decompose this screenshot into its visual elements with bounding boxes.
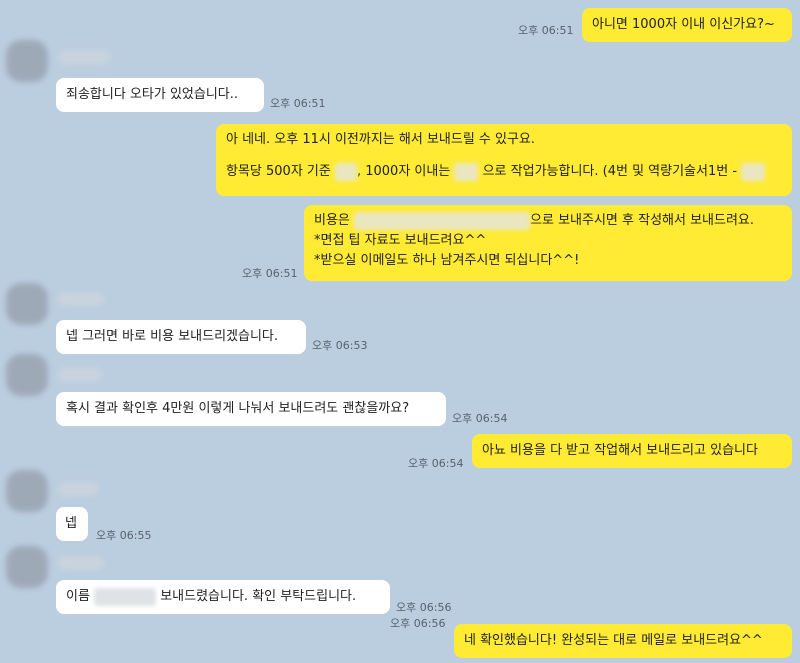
- sent-message-bubble[interactable]: 네 확인했습니다! 완성되는 대로 메일로 보내드려요^^: [454, 624, 792, 658]
- message-text: 이름: [66, 589, 90, 604]
- received-message-bubble[interactable]: 혹시 결과 확인후 4만원 이렇게 나눠서 보내드려도 괜찮을까요?: [56, 392, 446, 426]
- redacted-price: [334, 162, 357, 181]
- sender-avatar[interactable]: [6, 40, 48, 82]
- sender-name: [58, 368, 102, 382]
- sender-name: [58, 556, 104, 570]
- message-text-line: *면접 팁 자료도 보내드려요^^: [314, 233, 487, 248]
- message-text: 넵: [65, 516, 77, 531]
- sender-avatar[interactable]: [6, 470, 48, 512]
- message-time: 오후 06:56: [396, 601, 452, 614]
- message-text: 으로 보내주시면 후 작성해서 보내드려요.: [530, 213, 755, 228]
- sender-avatar[interactable]: [6, 546, 48, 588]
- sender-avatar[interactable]: [6, 354, 48, 396]
- sender-name: [58, 482, 98, 496]
- message-text-line: 아 네네. 오후 11시 이전까지는 해서 보내드릴 수 있구요.: [226, 132, 536, 147]
- message-text: 항목당 500자 기준: [226, 164, 331, 179]
- sender-name: [58, 292, 104, 306]
- sent-message-bubble[interactable]: 아니면 1000자 이내 이신가요?~: [582, 8, 792, 42]
- message-text: 아니면 1000자 이내 이신가요?~: [592, 17, 775, 32]
- message-time: 오후 06:55: [96, 529, 152, 542]
- message-text: 아뇨 비용을 다 받고 작업해서 보내드리고 있습니다: [482, 443, 758, 458]
- redacted-account: [354, 211, 531, 230]
- message-text: 넵 그러면 바로 비용 보내드리겠습니다.: [66, 329, 279, 344]
- sent-message-bubble[interactable]: 비용은 으로 보내주시면 후 작성해서 보내드려요. *면접 팁 자료도 보내드…: [304, 205, 792, 281]
- message-text: 혹시 결과 확인후 4만원 이렇게 나눠서 보내드려도 괜찮을까요?: [66, 401, 410, 416]
- received-message-bubble[interactable]: 넵: [56, 507, 88, 541]
- message-text: 보내드렸습니다. 확인 부탁드립니다.: [160, 589, 357, 604]
- received-message-bubble[interactable]: 넵 그러면 바로 비용 보내드리겠습니다.: [56, 320, 306, 354]
- message-time: 오후 06:51: [518, 24, 574, 37]
- redacted-price: [454, 162, 479, 181]
- message-text: , 1000자 이내는: [356, 164, 451, 179]
- redacted-price: [741, 162, 766, 181]
- redacted-name: [94, 587, 157, 606]
- received-message-bubble[interactable]: 이름 보내드렸습니다. 확인 부탁드립니다.: [56, 580, 390, 614]
- received-message-bubble[interactable]: 죄송합니다 오타가 있었습니다..: [56, 78, 264, 112]
- message-time: 오후 06:53: [312, 339, 368, 352]
- sent-message-bubble[interactable]: 아 네네. 오후 11시 이전까지는 해서 보내드릴 수 있구요. 항목당 50…: [216, 124, 792, 196]
- message-time: 오후 06:56: [390, 617, 446, 630]
- message-time: 오후 06:54: [452, 412, 508, 425]
- message-text: 죄송합니다 오타가 있었습니다..: [66, 87, 239, 102]
- sender-name: [58, 50, 110, 64]
- message-text: 네 확인했습니다! 완성되는 대로 메일로 보내드려요^^: [464, 633, 763, 648]
- sender-avatar[interactable]: [6, 283, 48, 325]
- message-time: 오후 06:54: [408, 457, 464, 470]
- sent-message-bubble[interactable]: 아뇨 비용을 다 받고 작업해서 보내드리고 있습니다: [472, 434, 792, 468]
- message-time: 오후 06:51: [270, 97, 326, 110]
- message-text: 으로 작업가능합니다. (4번 및 역량기술서1번 -: [482, 164, 738, 179]
- message-time: 오후 06:51: [242, 267, 298, 280]
- message-text: 비용은: [314, 213, 350, 228]
- message-text-line: *받으실 이메일도 하나 남겨주시면 되십니다^^!: [314, 253, 580, 268]
